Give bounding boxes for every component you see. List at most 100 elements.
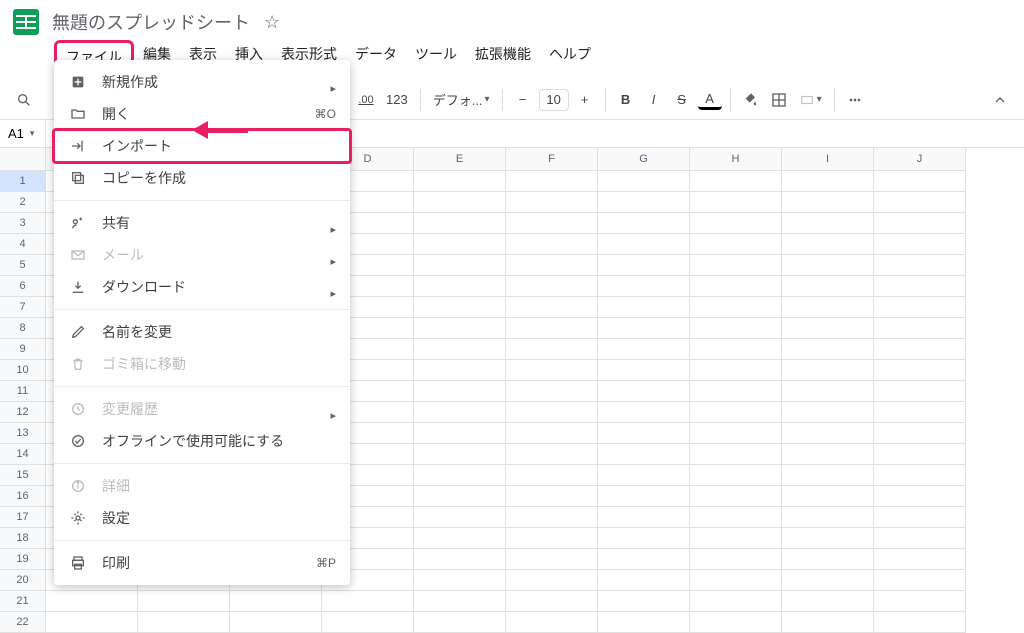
cell[interactable] xyxy=(414,528,506,549)
cell[interactable] xyxy=(230,612,322,633)
cell[interactable] xyxy=(598,423,690,444)
cell[interactable] xyxy=(874,192,966,213)
collapse-button[interactable] xyxy=(988,87,1012,113)
cell[interactable] xyxy=(506,507,598,528)
cell[interactable] xyxy=(598,444,690,465)
cell[interactable] xyxy=(506,318,598,339)
cell[interactable] xyxy=(598,528,690,549)
cell[interactable] xyxy=(506,171,598,192)
cell[interactable] xyxy=(690,318,782,339)
star-icon[interactable]: ☆ xyxy=(264,12,280,33)
row-header[interactable]: 4 xyxy=(0,234,46,255)
cell[interactable] xyxy=(598,171,690,192)
cell[interactable] xyxy=(414,192,506,213)
select-all-corner[interactable] xyxy=(0,148,46,171)
cell[interactable] xyxy=(874,339,966,360)
cell[interactable] xyxy=(782,423,874,444)
cell[interactable] xyxy=(782,465,874,486)
cell[interactable] xyxy=(506,297,598,318)
cell[interactable] xyxy=(598,549,690,570)
font-size-plus[interactable]: + xyxy=(573,87,597,113)
cell[interactable] xyxy=(874,549,966,570)
cell[interactable] xyxy=(414,171,506,192)
column-header[interactable]: I xyxy=(782,148,874,171)
cell[interactable] xyxy=(414,213,506,234)
cell[interactable] xyxy=(874,276,966,297)
cell[interactable] xyxy=(598,507,690,528)
cell[interactable] xyxy=(874,465,966,486)
cell[interactable] xyxy=(690,570,782,591)
cell[interactable] xyxy=(874,591,966,612)
row-header[interactable]: 15 xyxy=(0,465,46,486)
row-header[interactable]: 9 xyxy=(0,339,46,360)
cell[interactable] xyxy=(782,318,874,339)
menu-help[interactable]: ヘルプ xyxy=(540,40,600,74)
fill-color-button[interactable] xyxy=(739,87,763,113)
dec-plus-button[interactable]: .00 xyxy=(354,87,378,113)
cell[interactable] xyxy=(598,465,690,486)
cell[interactable] xyxy=(874,213,966,234)
row-header[interactable]: 14 xyxy=(0,444,46,465)
cell[interactable] xyxy=(874,360,966,381)
cell[interactable] xyxy=(138,591,230,612)
cell[interactable] xyxy=(782,255,874,276)
cell[interactable] xyxy=(782,402,874,423)
font-select[interactable]: デフォ... xyxy=(429,87,494,113)
search-icon[interactable] xyxy=(12,87,36,113)
cell[interactable] xyxy=(598,255,690,276)
menu-item-make-copy[interactable]: コピーを作成 xyxy=(54,162,350,194)
cell[interactable] xyxy=(874,528,966,549)
cell[interactable] xyxy=(598,402,690,423)
cell[interactable] xyxy=(506,339,598,360)
cell[interactable] xyxy=(414,444,506,465)
row-header[interactable]: 18 xyxy=(0,528,46,549)
cell[interactable] xyxy=(690,276,782,297)
cell[interactable] xyxy=(874,570,966,591)
row-header[interactable]: 17 xyxy=(0,507,46,528)
cell[interactable] xyxy=(506,423,598,444)
cell[interactable] xyxy=(598,612,690,633)
column-header[interactable]: E xyxy=(414,148,506,171)
cell[interactable] xyxy=(782,528,874,549)
cell[interactable] xyxy=(506,591,598,612)
cell[interactable] xyxy=(874,402,966,423)
cell[interactable] xyxy=(322,612,414,633)
cell[interactable] xyxy=(414,339,506,360)
menu-item-print[interactable]: 印刷 ⌘P xyxy=(54,547,350,579)
cell[interactable] xyxy=(414,591,506,612)
row-header[interactable]: 11 xyxy=(0,381,46,402)
cell[interactable] xyxy=(322,591,414,612)
font-size-input[interactable]: 10 xyxy=(539,89,569,111)
row-header[interactable]: 21 xyxy=(0,591,46,612)
cell[interactable] xyxy=(690,381,782,402)
cell[interactable] xyxy=(690,486,782,507)
cell[interactable] xyxy=(414,381,506,402)
cell[interactable] xyxy=(598,591,690,612)
row-header[interactable]: 22 xyxy=(0,612,46,633)
menu-item-rename[interactable]: 名前を変更 xyxy=(54,316,350,348)
cell[interactable] xyxy=(46,612,138,633)
font-size-minus[interactable]: − xyxy=(511,87,535,113)
cell[interactable] xyxy=(782,360,874,381)
cell[interactable] xyxy=(690,171,782,192)
cell[interactable] xyxy=(414,276,506,297)
cell[interactable] xyxy=(782,381,874,402)
row-header[interactable]: 5 xyxy=(0,255,46,276)
cell[interactable] xyxy=(598,318,690,339)
cell[interactable] xyxy=(414,234,506,255)
cell[interactable] xyxy=(506,360,598,381)
cell[interactable] xyxy=(598,339,690,360)
cell[interactable] xyxy=(414,318,506,339)
cell[interactable] xyxy=(506,528,598,549)
cell[interactable] xyxy=(506,444,598,465)
cell[interactable] xyxy=(506,486,598,507)
menu-tools[interactable]: ツール xyxy=(406,40,466,74)
cell[interactable] xyxy=(874,444,966,465)
column-header[interactable]: J xyxy=(874,148,966,171)
cell[interactable] xyxy=(782,549,874,570)
sheets-logo[interactable] xyxy=(10,6,42,38)
cell[interactable] xyxy=(414,570,506,591)
cell[interactable] xyxy=(690,528,782,549)
cell[interactable] xyxy=(874,297,966,318)
row-header[interactable]: 8 xyxy=(0,318,46,339)
